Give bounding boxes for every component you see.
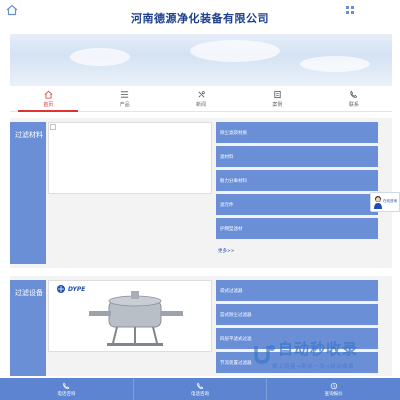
filter-vessel-image: DYPE (57, 285, 183, 346)
nav-item-home[interactable]: 首页 (10, 86, 86, 112)
category-list: 除尘滤袋材质 滤材料 耐力分离材料 滤元件 护网型滤材 (216, 122, 378, 242)
main-nav: 首页 产品 新闻 案例 联系 (10, 86, 392, 112)
inquiry-icon (330, 382, 337, 389)
list-item[interactable]: 护网型滤材 (216, 218, 378, 239)
inquiry-button[interactable]: 查询报价 (267, 378, 400, 400)
menu-icon[interactable] (346, 6, 354, 14)
nav-item-cases[interactable]: 案例 (239, 86, 315, 111)
more-link[interactable]: 更多>> (218, 248, 235, 254)
online-chat-button[interactable]: 在线咨询 (370, 192, 400, 212)
site-title: 河南德源净化装备有限公司 (131, 12, 269, 25)
brand-logo: DYPE (68, 286, 86, 293)
nav-item-contact[interactable]: 联系 (316, 86, 392, 111)
call-button[interactable]: 电话咨询 (0, 378, 134, 400)
site-header: 河南德源净化装备有限公司 (0, 0, 400, 34)
nav-label: 首页 (43, 101, 54, 108)
product-image[interactable] (48, 122, 212, 194)
nav-item-products[interactable]: 产品 (86, 86, 162, 111)
contact-icon (350, 90, 358, 98)
list-item[interactable]: 滤元件 (216, 194, 378, 215)
phone-icon (197, 381, 204, 389)
case-icon (274, 90, 281, 98)
section-label[interactable]: 过滤材料 (10, 122, 46, 264)
list-item[interactable]: 除尘滤袋材质 (216, 122, 378, 143)
bottom-action-bar: 电话咨询 电话咨询 查询报价 (0, 378, 400, 400)
hero-banner (10, 34, 392, 86)
broken-image-icon (50, 124, 56, 130)
nav-item-news[interactable]: 新闻 (163, 86, 239, 111)
watermark: 自动秒收录 做上链接→来访一次→自动收录 (250, 336, 400, 380)
nav-label: 产品 (119, 101, 130, 108)
nav-label: 案例 (272, 101, 283, 108)
news-icon (198, 90, 205, 97)
list-item[interactable]: 滤材料 (216, 146, 378, 167)
product-image[interactable]: DYPE (48, 280, 212, 352)
section-filter-materials: 过滤材料 除尘滤袋材质 滤材料 耐力分离材料 滤元件 护网型滤材 更多>> (10, 118, 392, 268)
call-button[interactable]: 电话咨询 (134, 378, 268, 400)
avatar (374, 196, 382, 209)
nav-label: 联系 (348, 101, 359, 108)
phone-icon (63, 381, 70, 389)
home-icon (44, 90, 53, 99)
list-item[interactable]: 袋式过滤器 (216, 280, 378, 301)
list-icon (121, 90, 129, 98)
list-item[interactable]: 篮式除尘过滤器 (216, 304, 378, 325)
section-label[interactable]: 过滤设备 (10, 280, 46, 376)
list-item[interactable]: 耐力分离材料 (216, 170, 378, 191)
nav-label: 新闻 (196, 101, 207, 108)
